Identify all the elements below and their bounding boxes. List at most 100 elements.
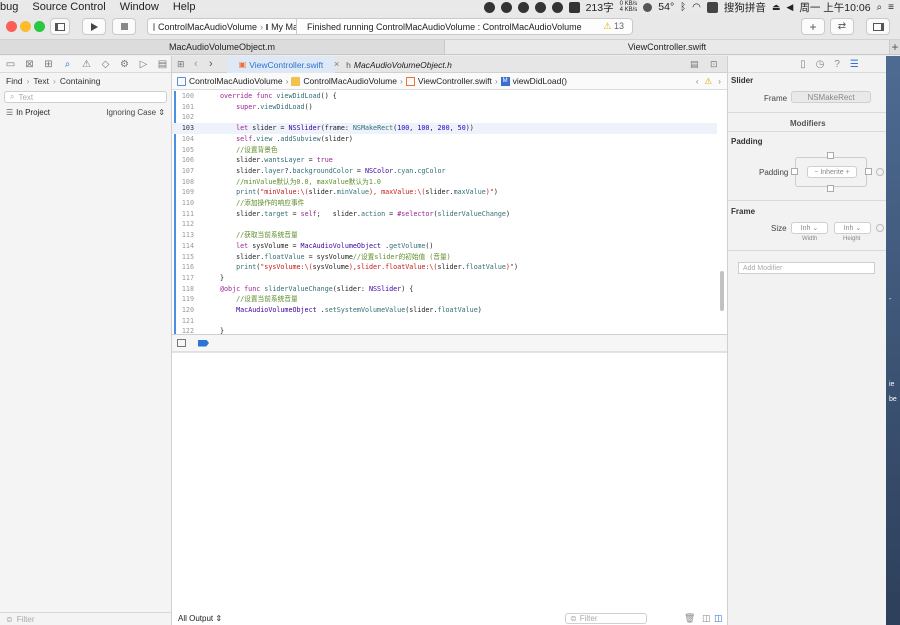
code-line[interactable]: 110 //添加操作的响应事件	[172, 198, 717, 209]
grid-icon[interactable]: ⊞	[177, 59, 185, 70]
sogou-icon[interactable]	[706, 1, 718, 13]
clock[interactable]: 周一 上午10:06	[799, 0, 870, 15]
navigator-filter[interactable]: ⊜ Filter	[0, 612, 171, 625]
padding-top-checkbox[interactable]	[827, 152, 834, 159]
find-type[interactable]: Text	[33, 76, 49, 86]
clipboard-icon[interactable]	[568, 1, 580, 13]
code-line[interactable]: 119 //设置当前系统音量	[172, 294, 717, 305]
padding-trailing-checkbox[interactable]	[865, 168, 872, 175]
code-line[interactable]: 112	[172, 219, 717, 230]
code-line[interactable]: 104 self.view .addSubview(slider)	[172, 134, 717, 145]
scheme-selector[interactable]: ControlMacAudioVolume › My Mac	[147, 18, 297, 35]
debug-icon[interactable]: ⚙	[118, 59, 131, 70]
toggle-navigator-button[interactable]	[50, 18, 70, 35]
breakpoint-icon[interactable]: ▷	[137, 59, 150, 70]
breakpoints-toggle-icon[interactable]	[198, 339, 209, 347]
run-button[interactable]	[82, 18, 106, 35]
size-info-icon[interactable]	[876, 224, 884, 232]
forward-icon[interactable]: ›	[209, 58, 213, 70]
add-editor-icon[interactable]: ⊡	[710, 59, 718, 70]
window-tab-macaudio-m[interactable]: MacAudioVolumeObject.m	[0, 40, 445, 54]
code-review-button[interactable]: ⇄	[830, 18, 854, 35]
record-icon[interactable]	[483, 1, 495, 13]
code-line[interactable]: 102	[172, 112, 717, 123]
code-line[interactable]: 105 //设置背景色	[172, 145, 717, 156]
code-line[interactable]: 111 slider.target = self; slider.action …	[172, 209, 717, 220]
file-inspector-icon[interactable]: ▯	[800, 59, 806, 70]
chat-icon[interactable]	[500, 1, 512, 13]
width-field[interactable]: Inh ⌄	[791, 222, 828, 234]
padding-value-field[interactable]: − Inherite +	[807, 166, 857, 178]
library-button[interactable]: +	[801, 18, 825, 35]
activity-viewer[interactable]: Finished running ControlMacAudioVolume :…	[297, 18, 633, 35]
bluetooth-icon[interactable]: ᛒ	[680, 2, 686, 13]
padding-info-icon[interactable]	[876, 168, 884, 176]
report-icon[interactable]: ▤	[156, 59, 169, 70]
chevron-right-icon[interactable]: ›	[718, 76, 721, 87]
new-tab-button[interactable]: +	[890, 40, 900, 54]
split-left-icon[interactable]: ◫	[702, 613, 711, 624]
code-line[interactable]: 118 @objc func sliderValueChange(slider: …	[172, 284, 717, 295]
scope-label[interactable]: In Project	[16, 108, 50, 117]
minimize-window-button[interactable]	[20, 21, 31, 32]
code-line[interactable]: 113 //获取当前系统音量	[172, 230, 717, 241]
related-items-icon[interactable]: ▤	[690, 59, 699, 70]
window-tab-viewcontroller[interactable]: ViewController.swift	[445, 40, 890, 54]
code-line[interactable]: 121	[172, 316, 717, 327]
attributes-inspector-icon[interactable]: ☰	[850, 59, 859, 70]
word-count[interactable]: 213字	[586, 0, 614, 15]
warning-icon[interactable]: ⚠	[705, 76, 713, 87]
menu-extras-icon[interactable]: ≡	[888, 2, 894, 13]
code-line[interactable]: 103 let slider = NSSlider(frame: NSMakeR…	[172, 123, 717, 134]
warning-indicator[interactable]: ⚠ 13	[603, 21, 624, 32]
qq-icon[interactable]	[534, 1, 546, 13]
trash-icon[interactable]: 🗑	[684, 613, 695, 624]
padding-bottom-checkbox[interactable]	[827, 185, 834, 192]
code-editor[interactable]: 100 override func viewDidLoad() {101 supe…	[172, 91, 727, 334]
input-method[interactable]: 搜狗拼音	[724, 0, 766, 15]
chevron-left-icon[interactable]: ‹	[696, 76, 699, 87]
source-control-icon[interactable]: ⊠	[23, 59, 36, 70]
code-line[interactable]: 109 print("minValue:\(slider.minValue), …	[172, 187, 717, 198]
help-inspector-icon[interactable]: ?	[834, 59, 840, 70]
code-line[interactable]: 106 slider.wantsLayer = true	[172, 155, 717, 166]
editor-scrollbar[interactable]	[720, 271, 724, 311]
jumpbar-group[interactable]: ControlMacAudioVolume	[303, 76, 397, 86]
temperature[interactable]: 54°	[658, 1, 674, 13]
code-line[interactable]: 114 let sysVolume = MacAudioVolumeObject…	[172, 241, 717, 252]
find-icon[interactable]: ⌕	[61, 59, 74, 70]
code-line[interactable]: 115 slider.floatValue = sysVolume//设置sli…	[172, 252, 717, 263]
code-line[interactable]: 101 super.viewDidLoad()	[172, 102, 717, 113]
jumpbar-project[interactable]: ControlMacAudioVolume	[189, 76, 283, 86]
menu-source-control[interactable]: Source Control	[25, 1, 112, 13]
case-option[interactable]: Ignoring Case ⇕	[106, 108, 165, 117]
add-modifier-field[interactable]: Add Modifier	[738, 262, 875, 274]
stop-button[interactable]	[112, 18, 136, 35]
code-line[interactable]: 100 override func viewDidLoad() {	[172, 91, 717, 102]
eject-icon[interactable]: ⏏	[772, 2, 781, 13]
symbol-icon[interactable]: ⊞	[42, 59, 55, 70]
back-icon[interactable]: ‹	[194, 58, 198, 70]
output-selector[interactable]: All Output ⇕	[178, 614, 222, 623]
code-line[interactable]: 122}	[172, 326, 717, 334]
hide-debug-area-icon[interactable]	[177, 339, 186, 347]
issue-icon[interactable]: ⚠	[80, 59, 93, 70]
find-search-input[interactable]: ⌕ Text	[4, 91, 167, 103]
find-match[interactable]: Containing	[60, 76, 101, 86]
code-line[interactable]: 120 MacAudioVolumeObject .setSystemVolum…	[172, 305, 717, 316]
jumpbar-symbol[interactable]: viewDidLoad()	[513, 76, 567, 86]
sync-icon[interactable]	[551, 1, 563, 13]
test-icon[interactable]: ◇	[99, 59, 112, 70]
history-inspector-icon[interactable]: ◷	[816, 59, 825, 70]
close-window-button[interactable]	[6, 21, 17, 32]
console-area[interactable]: All Output ⇕ ⊜ Filter 🗑 ◫ ◫	[172, 352, 727, 625]
editor-tab-viewcontroller[interactable]: ▣ ViewController.swift	[227, 56, 335, 73]
close-tab-icon[interactable]: ×	[334, 59, 339, 69]
wifi-icon[interactable]: ◠	[692, 2, 701, 13]
zoom-window-button[interactable]	[34, 21, 45, 32]
padding-leading-checkbox[interactable]	[791, 168, 798, 175]
frame-value-field[interactable]: NSMakeRect	[791, 91, 871, 103]
menu-window[interactable]: Window	[113, 1, 166, 13]
editor-tab-macaudio-h[interactable]: h MacAudioVolumeObject.h	[344, 56, 454, 73]
code-line[interactable]: 117}	[172, 273, 717, 284]
